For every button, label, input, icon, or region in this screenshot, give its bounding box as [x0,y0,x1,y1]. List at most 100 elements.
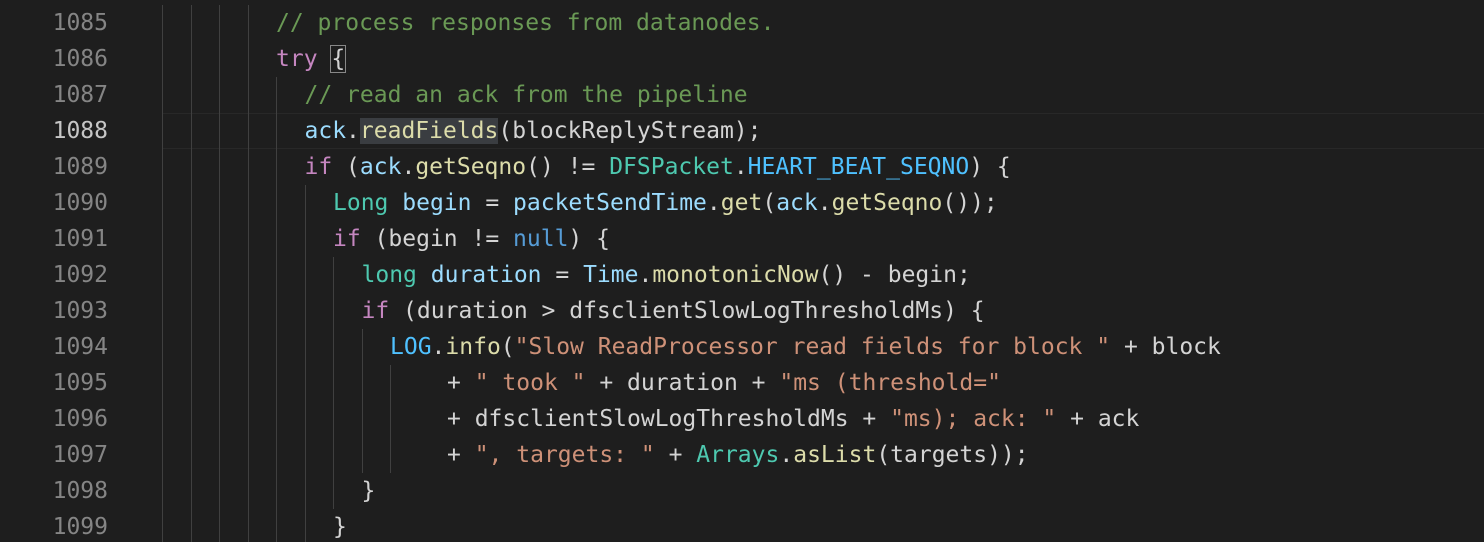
indent-guide [390,437,391,473]
code-token: ( [762,190,777,216]
code-token: if [361,298,390,324]
code-token: + [447,370,475,396]
code-token: + block [1110,334,1221,360]
code-token: try [276,46,318,72]
code-token: long [361,262,417,288]
indent-guide [276,113,277,149]
indent-guide [333,329,334,365]
code-line[interactable]: 1094 LOG.info("Slow ReadProcessor read fi… [0,329,1484,365]
line-number[interactable]: 1088 [0,113,108,149]
code-token: Arrays [696,442,780,468]
line-number[interactable]: 1087 [0,77,108,113]
indent-guide [219,41,220,77]
indent-guide [276,149,277,185]
indent-guide [247,149,249,185]
code-token: if [333,226,361,252]
code-token: Time [583,262,639,288]
code-token: = [541,262,584,288]
code-token: + [447,442,475,468]
code-line[interactable]: 1085 // process responses from datanodes. [0,5,1484,41]
code-token: . [706,190,721,216]
code-token: null [513,226,569,252]
code-line[interactable]: 1097 + ", targets: " + Arrays.asList(targ… [0,437,1484,473]
indent-guide [190,257,192,293]
line-number[interactable]: 1091 [0,221,108,257]
line-number[interactable]: 1085 [0,5,108,41]
code-line[interactable]: 1087 // read an ack from the pipeline [0,77,1484,113]
code-token: + duration + [585,370,780,396]
indent-guide [304,401,306,437]
code-token: () != [526,154,610,180]
line-number[interactable]: 1094 [0,329,108,365]
code-token: "ms (threshold=" [779,370,1001,396]
line-number[interactable]: 1098 [0,473,108,509]
code-line[interactable]: 1089 if (ack.getSeqno() != DFSPacket.HEAR… [0,149,1484,185]
indent-guide [162,329,163,365]
code-token: readFields [359,118,499,144]
indent-guide [361,401,363,437]
line-number[interactable]: 1096 [0,401,108,437]
code-token: getSeqno [831,190,943,216]
indent-guide [162,365,163,401]
code-token: () - begin; [818,262,971,288]
indent-guide [190,401,192,437]
indent-guide [247,365,249,401]
indent-guide [247,329,249,365]
code-line[interactable]: 1086 try { [0,41,1484,77]
line-number[interactable]: 1097 [0,437,108,473]
line-number[interactable]: 1086 [0,41,108,77]
indent-guide [162,185,163,221]
code-line[interactable]: 1092 long duration = Time.monotonicNow() … [0,257,1484,293]
line-number[interactable]: 1093 [0,293,108,329]
line-number[interactable]: 1099 [0,509,108,542]
line-number[interactable]: 1090 [0,185,108,221]
indent-guide [247,509,249,542]
indent-guide [219,401,220,437]
indent-guide [162,473,163,509]
indent-guide [162,401,163,437]
indent-guide [276,437,277,473]
indent-guide [276,509,277,542]
indent-guide [304,257,306,293]
indent-guide [219,113,220,149]
indent-guide [162,149,163,185]
indent-guide [390,401,391,437]
code-line[interactable]: 1099} [0,509,1484,542]
code-token: packetSendTime [513,190,707,216]
code-line[interactable]: 1095 + " took " + duration + "ms (thresho… [0,365,1484,401]
code-line[interactable]: 1093 if (duration > dfsclientSlowLogThres… [0,293,1484,329]
code-token: HEART_BEAT_SEQNO [747,154,970,180]
code-token: monotonicNow [652,262,819,288]
code-token: (blockReplyStream); [498,118,762,144]
indent-guide [247,437,249,473]
line-number[interactable]: 1089 [0,149,108,185]
code-line[interactable]: 1098} [0,473,1484,509]
code-token: get [720,190,763,216]
indent-guide [219,437,220,473]
code-token: } [333,514,347,540]
indent-guide [276,401,277,437]
code-token: info [445,334,501,360]
indent-guide [162,509,163,542]
code-line[interactable]: 1090 Long begin = packetSendTime.get(ack.… [0,185,1484,221]
indent-guide [219,149,220,185]
code-token: . [817,190,832,216]
indent-guide [190,437,192,473]
line-number[interactable]: 1092 [0,257,108,293]
indent-guide [247,473,249,509]
code-editor[interactable]: 1085 // process responses from datanodes.… [0,0,1484,542]
indent-guide [333,401,334,437]
code-line[interactable]: 1091 if (begin != null) { [0,221,1484,257]
indent-guide [276,293,277,329]
indent-guide [162,257,163,293]
indent-guide [190,509,192,542]
indent-guide [190,293,192,329]
indent-guide [304,365,306,401]
code-token: ", targets: " [474,442,655,468]
code-token: if [304,154,333,180]
indent-guide [276,365,277,401]
line-number[interactable]: 1095 [0,365,108,401]
code-line[interactable]: 1088 ack.readFields(blockReplyStream); [0,113,1484,149]
code-line[interactable]: 1096 + dfsclientSlowLogThresholdMs + "ms)… [0,401,1484,437]
